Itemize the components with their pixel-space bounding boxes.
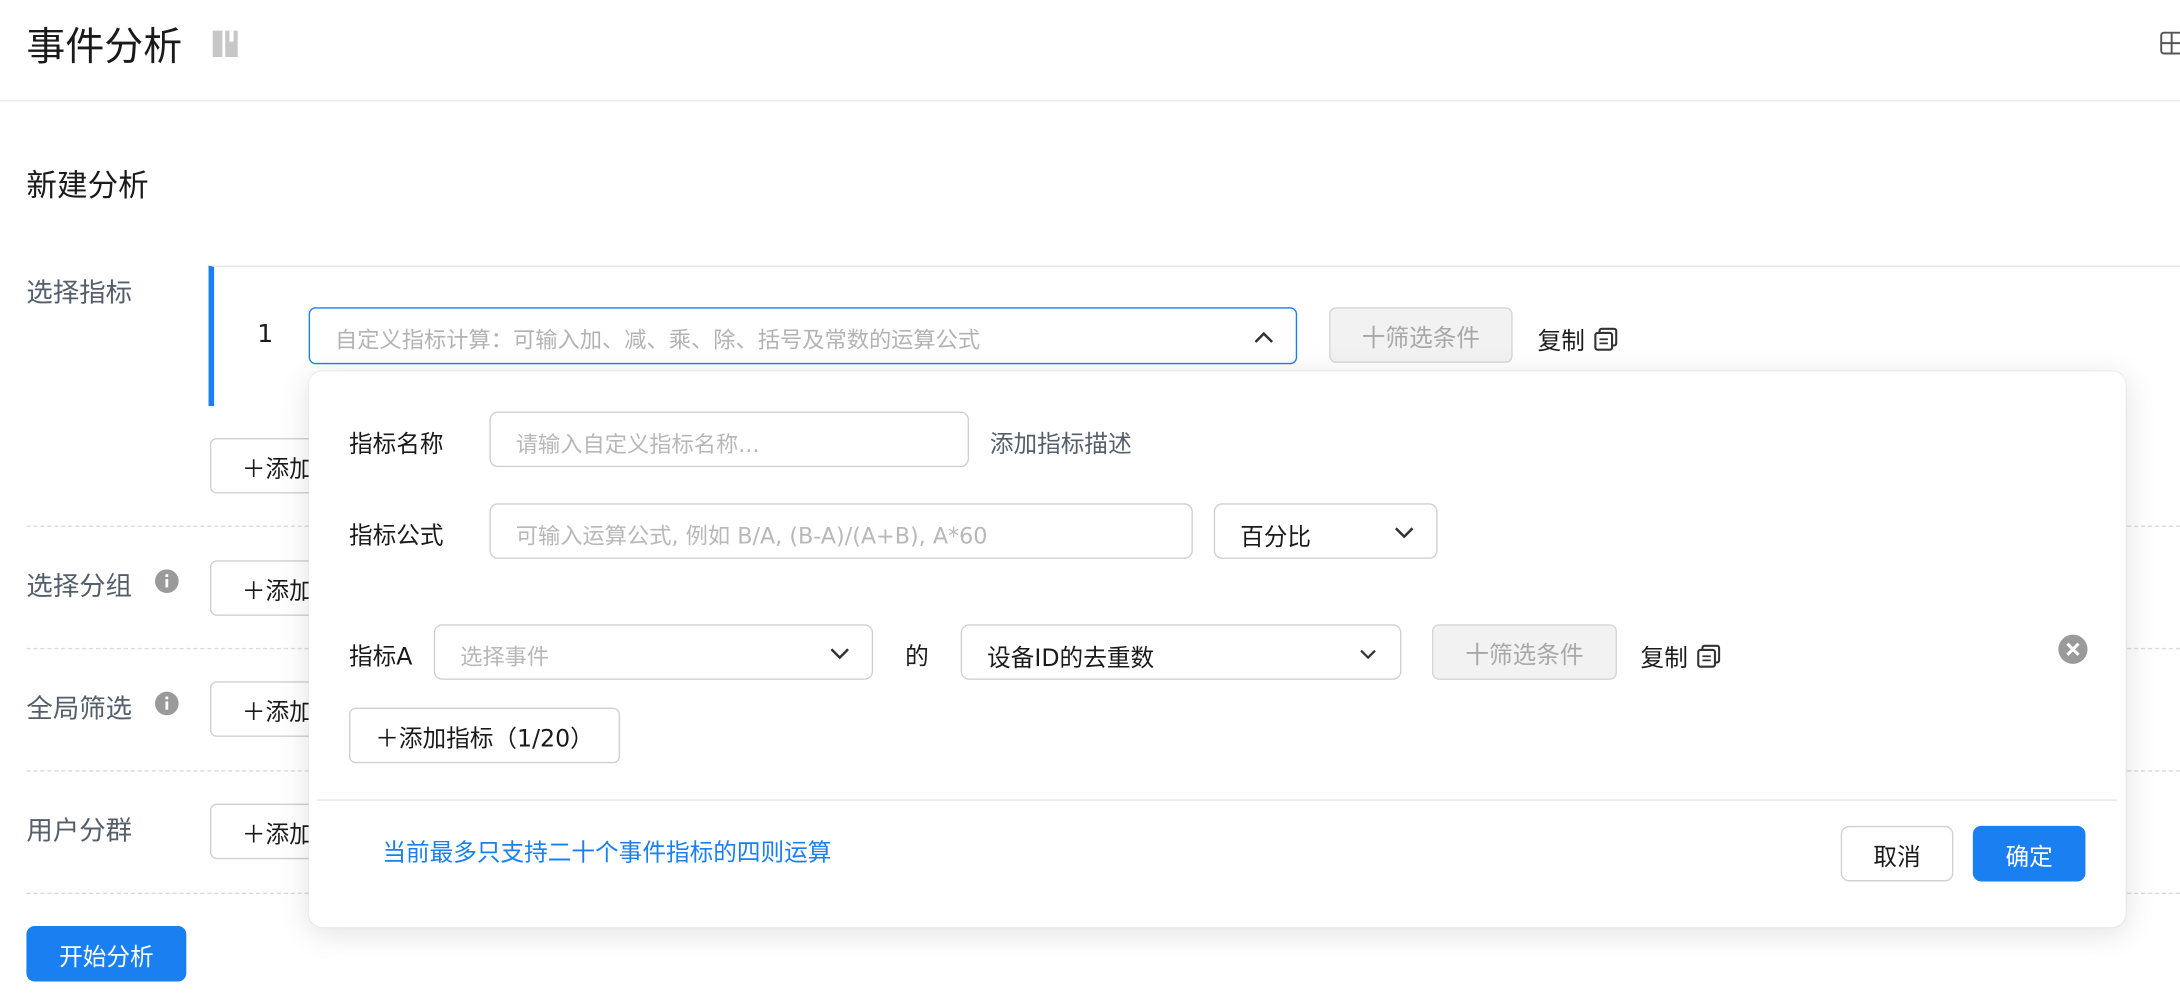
section-title: 新建分析 [26, 169, 149, 205]
metric-formula-placeholder: 可输入运算公式, 例如 B/A, (B-A)/(A+B), A*60 [515, 522, 988, 550]
limit-hint: 当前最多只支持二十个事件指标的四则运算 [382, 839, 832, 868]
event-select-placeholder: 选择事件 [460, 643, 550, 671]
metrics-row-label: 选择指标 [26, 278, 133, 309]
format-select-value: 百分比 [1240, 524, 1312, 552]
chevron-down-icon [1360, 649, 1376, 660]
grid-add-icon[interactable] [2159, 31, 2180, 56]
segment-row-label: 用户分群 [26, 816, 133, 847]
format-select[interactable]: 百分比 [1213, 503, 1438, 559]
add-description-link[interactable]: 添加指标描述 [990, 424, 1132, 459]
popup-divider [316, 799, 2118, 801]
confirm-button[interactable]: 确定 [1972, 825, 2086, 882]
info-icon[interactable] [154, 691, 179, 716]
chevron-down-icon [830, 648, 849, 660]
page-header: 事件分析 [0, 0, 2180, 102]
metric-name-input[interactable]: 请输入自定义指标名称... [489, 411, 970, 468]
metric-formula-input[interactable]: 可输入运算公式, 例如 B/A, (B-A)/(A+B), A*60 [489, 503, 1193, 559]
metric-a-filter-button[interactable]: 十筛选条件 [1432, 624, 1617, 680]
app-stage: 事件分析 新建分析 选择指标 1 自定义指标计算：可输入加、减、乘、除、括号及常… [0, 0, 2180, 1004]
info-icon[interactable] [154, 569, 179, 594]
book-icon[interactable] [211, 29, 239, 58]
cancel-button[interactable]: 取消 [1840, 825, 1954, 882]
formula-input[interactable]: 自定义指标计算：可输入加、减、乘、除、括号及常数的运算公式 [308, 307, 1298, 365]
start-analysis-button[interactable]: 开始分析 [26, 925, 187, 982]
copy-label: 复制 [1537, 328, 1585, 356]
metric-a-label: 指标A [348, 643, 413, 672]
metric-name-label: 指标名称 [348, 430, 444, 459]
group-row-label: 选择分组 [26, 571, 133, 602]
add-metric-button[interactable]: ＋添加指标（1/20） [348, 707, 621, 764]
metric-filter-button[interactable]: 十筛选条件 [1329, 307, 1513, 363]
metric-name-placeholder: 请输入自定义指标名称... [515, 430, 760, 458]
copy-icon [1697, 644, 1721, 667]
chevron-down-icon [1394, 527, 1414, 539]
copy-label: 复制 [1640, 645, 1688, 673]
copy-icon [1594, 327, 1618, 351]
of-text: 的 [905, 643, 929, 672]
close-circle-icon[interactable] [2058, 634, 2089, 665]
measure-select[interactable]: 设备ID的去重数 [960, 624, 1402, 680]
event-select[interactable]: 选择事件 [433, 624, 874, 680]
metric-a-copy-button[interactable]: 复制 [1641, 638, 1722, 673]
page-title: 事件分析 [26, 23, 183, 70]
custom-metric-popup: 指标名称 请输入自定义指标名称... 添加指标描述 指标公式 可输入运算公式, … [308, 371, 2126, 928]
metric-formula-label: 指标公式 [348, 522, 444, 551]
formula-placeholder: 自定义指标计算：可输入加、减、乘、除、括号及常数的运算公式 [335, 326, 981, 354]
chevron-up-icon[interactable] [1251, 325, 1276, 350]
metric-copy-button[interactable]: 复制 [1538, 321, 1619, 356]
measure-select-value: 设备ID的去重数 [987, 645, 1155, 673]
filter-row-label: 全局筛选 [26, 693, 133, 725]
metric-index: 1 [257, 319, 274, 349]
